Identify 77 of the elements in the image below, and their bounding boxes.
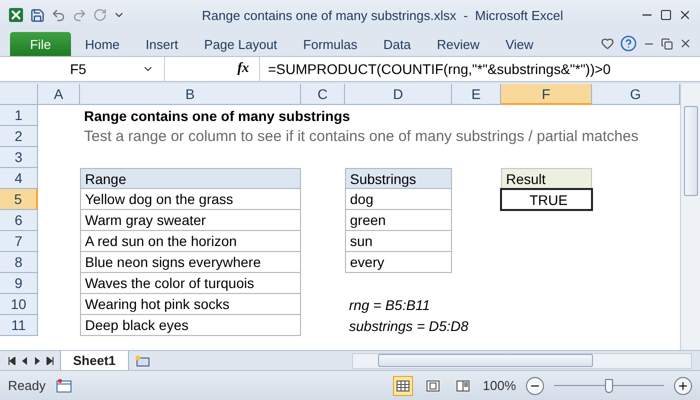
- row-header[interactable]: 7: [0, 231, 38, 252]
- table-cell: sun: [345, 231, 452, 252]
- table-cell: dog: [345, 189, 452, 210]
- row-header[interactable]: 3: [0, 147, 38, 168]
- column-header[interactable]: B: [80, 84, 301, 105]
- table-cell-text: Test a range or column to see if it contains one of many substrings / partial matches: [83, 127, 640, 147]
- table-cell: Result: [501, 168, 592, 189]
- heart-icon[interactable]: [601, 37, 614, 50]
- table-cell: Waves the color of turquois: [80, 273, 301, 294]
- column-header[interactable]: F: [501, 84, 592, 105]
- previous-sheet-icon[interactable]: [22, 356, 28, 364]
- row-header[interactable]: 6: [0, 210, 38, 231]
- table-cell: Warm gray sweater: [80, 210, 301, 231]
- table-cell: TRUE: [500, 188, 593, 211]
- last-sheet-icon[interactable]: [46, 356, 54, 364]
- name-box[interactable]: F5: [0, 57, 165, 81]
- table-cell-text: Range contains one of many substrings: [83, 106, 352, 126]
- insert-function-button[interactable]: fx: [165, 57, 260, 81]
- view-icon: [396, 378, 410, 392]
- table-cell-text: rng = B5:B11: [348, 296, 432, 315]
- table-cell: Substrings: [345, 168, 452, 189]
- sheet-tab[interactable]: Sheet1: [60, 350, 129, 370]
- view-button[interactable]: [392, 376, 413, 396]
- row-header[interactable]: 1: [0, 105, 38, 126]
- ribbon-tab[interactable]: Page Layout: [192, 32, 290, 56]
- formula-input[interactable]: =SUMPRODUCT(COUNTIF(rng,"*"&substrings&"*"))>0: [260, 61, 700, 77]
- ribbon-tab[interactable]: View: [493, 32, 546, 56]
- spreadsheet-logo-icon: [8, 7, 24, 23]
- column-header[interactable]: D: [345, 84, 452, 105]
- table-cell: Blue neon signs everywhere: [80, 252, 301, 273]
- plus-icon: [677, 380, 689, 392]
- row-header[interactable]: 8: [0, 252, 38, 273]
- file-menu-button[interactable]: File: [10, 32, 71, 56]
- table-cell: green: [345, 210, 452, 231]
- view-icon: [426, 378, 440, 392]
- table-cell: A red sun on the horizon: [80, 231, 301, 252]
- ribbon-tab[interactable]: Home: [72, 32, 132, 56]
- next-sheet-icon[interactable]: [34, 356, 40, 364]
- column-header[interactable]: G: [592, 84, 680, 105]
- ribbon-tab[interactable]: Formulas: [291, 32, 370, 56]
- zoom-out-button[interactable]: [526, 376, 544, 394]
- column-header[interactable]: E: [452, 84, 501, 105]
- row-header[interactable]: 9: [0, 273, 38, 294]
- window-title: Range contains one of many substrings.xlsx - Microsoft Excel: [200, 8, 564, 22]
- zoom-in-button[interactable]: [674, 376, 692, 394]
- column-header[interactable]: A: [38, 84, 80, 105]
- maximize-icon[interactable]: [660, 9, 672, 21]
- horizontal-scrollbar[interactable]: [352, 352, 692, 368]
- row-header[interactable]: 5: [0, 189, 38, 210]
- table-cell: Yellow dog on the grass: [80, 189, 301, 210]
- zoom-slider-thumb[interactable]: [605, 378, 613, 392]
- table-cell: Deep black eyes: [80, 315, 301, 336]
- row-header[interactable]: 2: [0, 126, 38, 147]
- zoom-level[interactable]: 100%: [482, 378, 516, 393]
- row-header[interactable]: 10: [0, 294, 38, 315]
- save-icon[interactable]: [30, 8, 45, 22]
- row-header[interactable]: 4: [0, 168, 38, 189]
- ribbon-tab[interactable]: Data: [371, 32, 423, 56]
- table-cell: Wearing hot pink socks: [80, 294, 301, 315]
- macro-record-icon[interactable]: [56, 378, 72, 392]
- view-icon: [456, 378, 470, 392]
- help-icon[interactable]: [620, 35, 637, 52]
- close-icon[interactable]: [679, 37, 692, 50]
- ribbon-tab[interactable]: Review: [424, 32, 492, 56]
- ribbon-tab[interactable]: Insert: [134, 32, 190, 56]
- column-header[interactable]: C: [301, 84, 345, 105]
- status-text: Ready: [8, 378, 46, 393]
- row-header[interactable]: 11: [0, 315, 38, 336]
- table-cell-text: substrings = D5:D8: [348, 316, 470, 336]
- first-sheet-icon[interactable]: [8, 356, 16, 364]
- undo-icon[interactable]: [51, 8, 66, 22]
- table-cell: every: [345, 252, 452, 273]
- restore-icon[interactable]: [661, 38, 673, 50]
- insert-sheet-icon[interactable]: [134, 354, 151, 366]
- vertical-scrollbar[interactable]: [680, 84, 700, 350]
- table-cell: Range: [80, 168, 301, 189]
- close-icon[interactable]: [678, 8, 692, 22]
